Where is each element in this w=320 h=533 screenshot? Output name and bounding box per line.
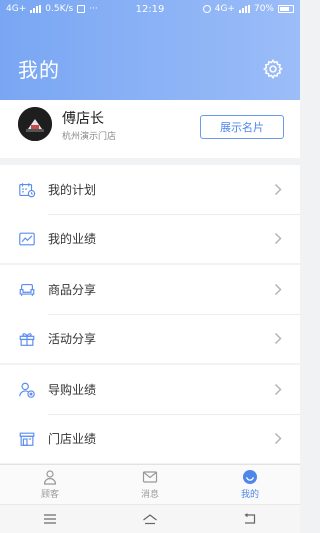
gear-icon[interactable] — [262, 58, 284, 80]
system-nav-bar — [0, 504, 300, 533]
menu-group-3: 导购业绩 门店业绩 — [0, 365, 300, 463]
menu-item-product-share[interactable]: 商品分享 — [0, 265, 300, 314]
menu-item-activity-share[interactable]: 活动分享 — [0, 314, 300, 363]
menu-label: 门店业绩 — [48, 432, 97, 446]
mail-icon — [142, 471, 158, 483]
menu-item-store-performance[interactable]: 门店业绩 — [0, 414, 300, 463]
show-card-button[interactable]: 展示名片 — [200, 115, 284, 139]
tab-customers[interactable]: 顾客 — [0, 465, 100, 504]
user-badge-icon — [19, 382, 35, 398]
menu-label: 我的计划 — [48, 183, 97, 197]
tab-mine[interactable]: 我的 — [200, 465, 300, 504]
menu-item-my-plan[interactable]: 我的计划 — [0, 165, 300, 214]
store-icon — [19, 432, 35, 446]
gift-icon — [19, 332, 35, 346]
chevron-right-icon — [274, 232, 282, 245]
clock: 12:19 — [135, 3, 165, 15]
menu-group-1: 我的计划 我的业绩 — [0, 165, 300, 263]
tab-label: 我的 — [240, 490, 259, 500]
menu-item-my-performance[interactable]: 我的业绩 — [0, 214, 300, 263]
tab-bar: 顾客 消息 我的 — [0, 464, 300, 504]
chevron-right-icon — [274, 383, 282, 396]
calendar-icon — [19, 182, 36, 197]
menu-icon[interactable] — [42, 513, 58, 525]
back-icon[interactable] — [242, 513, 258, 525]
tab-label: 顾客 — [40, 490, 59, 500]
battery-icon — [278, 5, 294, 13]
chevron-right-icon — [274, 183, 282, 196]
menu-label: 导购业绩 — [48, 383, 97, 397]
menu-group-2: 商品分享 活动分享 — [0, 265, 300, 363]
chevron-right-icon — [274, 332, 282, 345]
page-title: 我的 — [18, 58, 60, 82]
profile-section: 傅店长 杭州演示门店 展示名片 — [0, 100, 300, 158]
chevron-right-icon — [274, 283, 282, 296]
menu-label: 商品分享 — [48, 283, 97, 297]
menu-label: 活动分享 — [48, 332, 97, 346]
home-icon[interactable] — [142, 513, 158, 525]
smile-icon — [243, 470, 257, 484]
header: 4G+ 0.5K/s ··· 12:19 4G+ 70% 我的 — [0, 0, 300, 100]
person-icon — [43, 470, 57, 485]
tab-messages[interactable]: 消息 — [100, 465, 200, 504]
chevron-right-icon — [274, 432, 282, 445]
tab-label: 消息 — [140, 490, 159, 500]
trend-icon — [19, 232, 35, 245]
menu-label: 我的业绩 — [48, 232, 97, 246]
avatar[interactable] — [18, 107, 52, 141]
sofa-icon — [19, 283, 35, 296]
menu-item-guide-performance[interactable]: 导购业绩 — [0, 365, 300, 414]
profile-name: 傅店长 — [62, 111, 104, 127]
status-bar: 4G+ 0.5K/s ··· 12:19 4G+ 70% — [0, 0, 300, 18]
profile-store: 杭州演示门店 — [62, 132, 117, 142]
